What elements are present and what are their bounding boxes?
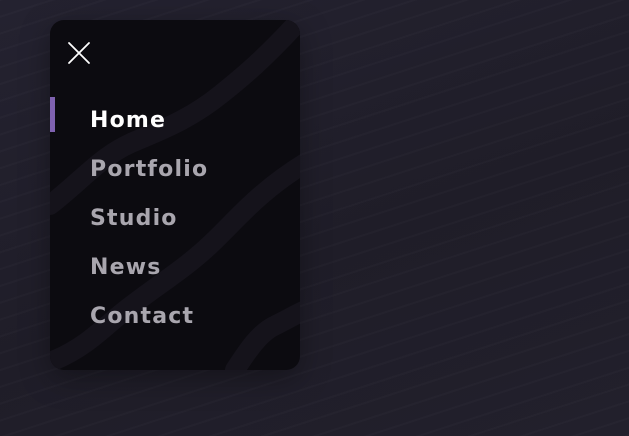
nav-item-label: Contact bbox=[90, 303, 195, 329]
nav-item-portfolio[interactable]: Portfolio bbox=[50, 145, 300, 194]
nav-item-home[interactable]: Home bbox=[50, 96, 300, 145]
close-icon bbox=[68, 42, 90, 64]
navigation-list: Home Portfolio Studio News Contact bbox=[50, 96, 300, 341]
nav-item-news[interactable]: News bbox=[50, 243, 300, 292]
nav-item-label: Portfolio bbox=[90, 156, 209, 182]
nav-item-contact[interactable]: Contact bbox=[50, 292, 300, 341]
navigation-menu-panel: Home Portfolio Studio News Contact bbox=[50, 20, 300, 370]
nav-item-studio[interactable]: Studio bbox=[50, 194, 300, 243]
nav-item-label: News bbox=[90, 254, 162, 280]
nav-item-label: Home bbox=[90, 107, 167, 133]
active-indicator bbox=[50, 97, 55, 132]
close-menu-button[interactable] bbox=[64, 38, 94, 68]
nav-item-label: Studio bbox=[90, 205, 178, 231]
